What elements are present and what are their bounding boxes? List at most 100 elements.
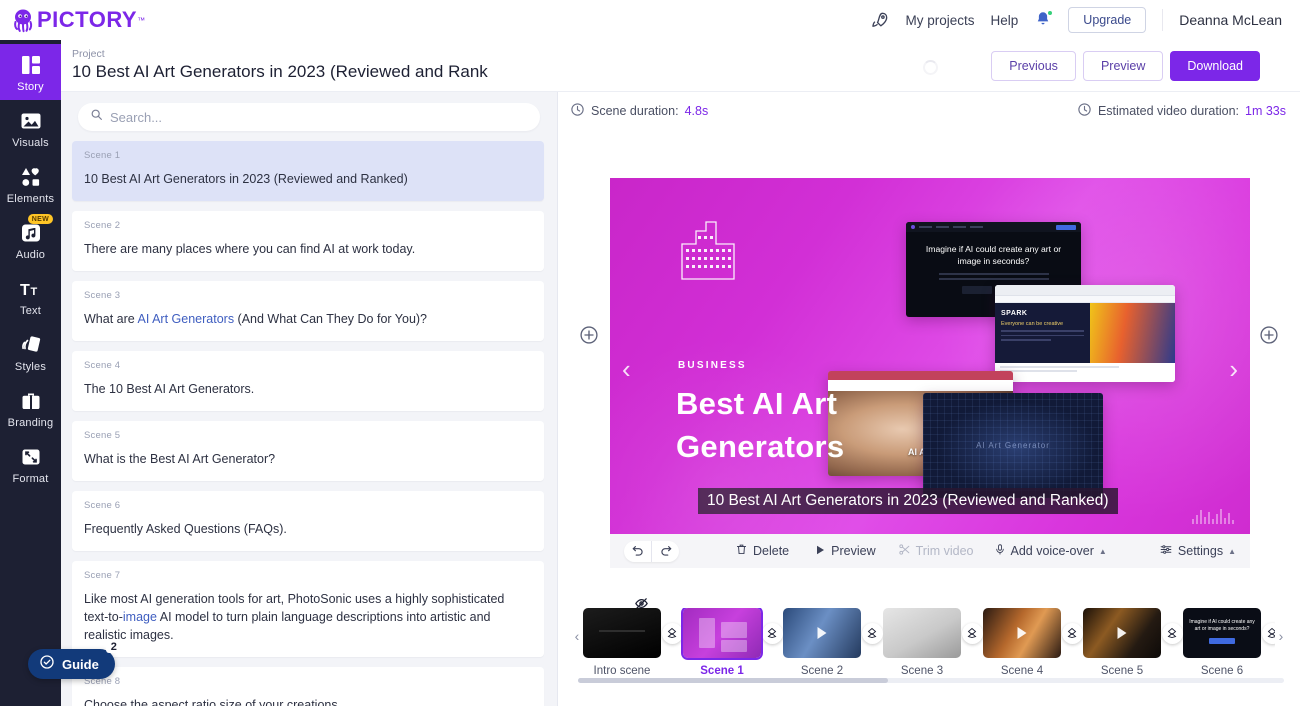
add-scene-after-button[interactable]	[1259, 325, 1279, 345]
new-badge: NEW	[27, 214, 53, 224]
scene-text[interactable]: What is the Best AI Art Generator?	[84, 450, 532, 468]
sidebar-item-visuals[interactable]: Visuals	[0, 100, 61, 156]
preview-button[interactable]: Preview	[1082, 50, 1164, 81]
stage-caption[interactable]: 10 Best AI Art Generators in 2023 (Revie…	[698, 488, 1118, 514]
sidebar-item-format[interactable]: Format	[0, 436, 61, 492]
sidebar-item-text[interactable]: T T Text	[0, 268, 61, 324]
scene-card[interactable]: Scene 8 Choose the aspect ratio size of …	[72, 667, 544, 706]
transition-slot	[1061, 608, 1083, 658]
transition-icon[interactable]	[961, 622, 983, 644]
stage-next-arrow[interactable]: ›	[1229, 356, 1238, 382]
play-icon	[817, 627, 827, 639]
scene-text[interactable]: 10 Best AI Art Generators in 2023 (Revie…	[84, 170, 532, 188]
sidebar-item-branding[interactable]: Branding	[0, 380, 61, 436]
transition-icon[interactable]	[861, 622, 883, 644]
chevron-up-icon[interactable]: ▲	[1228, 547, 1236, 556]
timeline-scrollbar[interactable]	[578, 678, 1284, 683]
search-box[interactable]	[78, 103, 540, 131]
timeline-thumbnail[interactable]	[583, 608, 661, 658]
sliders-icon	[1159, 543, 1173, 559]
sidebar-item-audio[interactable]: NEW Audio	[0, 212, 61, 268]
stage-title-line2: Generators	[676, 429, 845, 464]
bell-icon[interactable]	[1034, 10, 1054, 30]
scene-card[interactable]: Scene 2 There are many places where you …	[72, 211, 544, 271]
nav-help[interactable]: Help	[991, 13, 1019, 28]
header-actions: Previous Preview Download	[991, 50, 1300, 81]
scene-number: Scene 2	[84, 220, 121, 231]
timeline-thumbnail[interactable]	[1083, 608, 1161, 658]
timeline-scroll-left[interactable]: ‹	[571, 608, 583, 664]
trash-icon	[735, 543, 748, 559]
chevron-up-icon[interactable]: ▲	[1099, 547, 1107, 556]
scene-card[interactable]: Scene 3 What are AI Art Generators (And …	[72, 281, 544, 341]
timeline-scene-6[interactable]: Imagine if AI could create any art or im…	[1183, 608, 1261, 677]
timeline-scene-5[interactable]: Scene 5	[1083, 608, 1161, 677]
video-canvas[interactable]: Imagine if AI could create any art or im…	[610, 178, 1250, 534]
timeline-scene-1[interactable]: Scene 1	[681, 608, 763, 677]
timeline-thumbnail[interactable]	[681, 608, 763, 660]
nav-my-projects[interactable]: My projects	[906, 13, 975, 28]
timeline-scene-2[interactable]: Scene 2	[783, 608, 861, 677]
previous-button[interactable]: Previous	[991, 50, 1076, 81]
search-icon	[90, 108, 103, 126]
transition-icon[interactable]	[661, 622, 683, 644]
undo-icon[interactable]	[624, 541, 651, 562]
search-input[interactable]	[110, 109, 528, 125]
sidebar-label: Audio	[15, 249, 46, 261]
add-voiceover-button[interactable]: Add voice-over ▲	[994, 543, 1107, 559]
user-name[interactable]: Deanna McLean	[1179, 12, 1282, 28]
scene-text[interactable]: Frequently Asked Questions (FAQs).	[84, 520, 532, 538]
add-scene-before-button[interactable]	[579, 325, 599, 345]
timeline-thumbnail[interactable]	[883, 608, 961, 658]
preview-scene-button[interactable]: Preview	[814, 544, 876, 559]
transition-icon[interactable]	[1261, 622, 1275, 644]
scene-card[interactable]: Scene 4 The 10 Best AI Art Generators.	[72, 351, 544, 411]
trim-label: Trim video	[915, 544, 974, 558]
check-circle-icon	[39, 654, 55, 675]
sidebar-item-elements[interactable]: Elements	[0, 156, 61, 212]
scene-text[interactable]: The 10 Best AI Art Generators.	[84, 380, 532, 398]
preview-label: Preview	[831, 544, 876, 558]
player-toolbar: Delete Preview Trim video Add voice-over…	[610, 534, 1250, 568]
timeline-scrollbar-thumb[interactable]	[578, 678, 888, 683]
timeline-thumbnail[interactable]	[983, 608, 1061, 658]
delete-button[interactable]: Delete	[735, 543, 789, 559]
transition-icon[interactable]	[1061, 622, 1083, 644]
scene-text[interactable]: Like most AI generation tools for art, P…	[84, 590, 532, 644]
scene-card[interactable]: Scene 6 Frequently Asked Questions (FAQs…	[72, 491, 544, 551]
scene-card[interactable]: Scene 7 Like most AI generation tools fo…	[72, 561, 544, 657]
timeline-thumbnail[interactable]	[783, 608, 861, 658]
timeline-thumbnail[interactable]: Imagine if AI could create any art or im…	[1183, 608, 1261, 658]
rocket-icon[interactable]	[870, 10, 890, 30]
transition-icon[interactable]	[761, 622, 783, 644]
timeline-scene-4[interactable]: Scene 4	[983, 608, 1061, 677]
download-button[interactable]: Download	[1170, 50, 1260, 81]
video-duration-value: 1m 33s	[1245, 104, 1286, 118]
stage-prev-arrow[interactable]: ‹	[622, 356, 631, 382]
left-rail: Story Visuals Elements NEW Audio T T Tex…	[0, 40, 61, 706]
pictory-logo[interactable]: PICTORY ™	[10, 7, 145, 33]
redo-icon[interactable]	[652, 541, 679, 562]
timeline-scene-3[interactable]: Scene 3	[883, 608, 961, 677]
stage-title-line1: Best AI Art	[676, 386, 838, 421]
sidebar-item-story[interactable]: Story	[0, 44, 61, 100]
sidebar-item-styles[interactable]: Styles	[0, 324, 61, 380]
page-title[interactable]: 10 Best AI Art Generators in 2023 (Revie…	[72, 61, 488, 83]
scene-link[interactable]: AI Art Generators	[138, 312, 235, 326]
scene-link[interactable]: image	[123, 610, 157, 624]
loading-spinner-icon	[923, 60, 938, 75]
scene-card[interactable]: Scene 5 What is the Best AI Art Generato…	[72, 421, 544, 481]
scene-text[interactable]: There are many places where you can find…	[84, 240, 532, 258]
scene-card[interactable]: Scene 1 10 Best AI Art Generators in 202…	[72, 141, 544, 201]
timeline-scroll-right[interactable]: ›	[1275, 608, 1287, 664]
trim-video-button: Trim video	[898, 543, 974, 559]
music-note-icon	[19, 221, 43, 245]
settings-button[interactable]: Settings ▲	[1159, 543, 1236, 559]
guide-button[interactable]: Guide 2	[28, 641, 122, 679]
timeline-scene-intro[interactable]: Intro scene	[583, 608, 661, 677]
transition-icon[interactable]	[1161, 622, 1183, 644]
upgrade-button[interactable]: Upgrade	[1068, 7, 1147, 33]
scene-text[interactable]: Choose the aspect ratio size of your cre…	[84, 696, 532, 706]
timeline-scene-label: Scene 3	[900, 665, 944, 677]
scene-text[interactable]: What are AI Art Generators (And What Can…	[84, 310, 532, 328]
